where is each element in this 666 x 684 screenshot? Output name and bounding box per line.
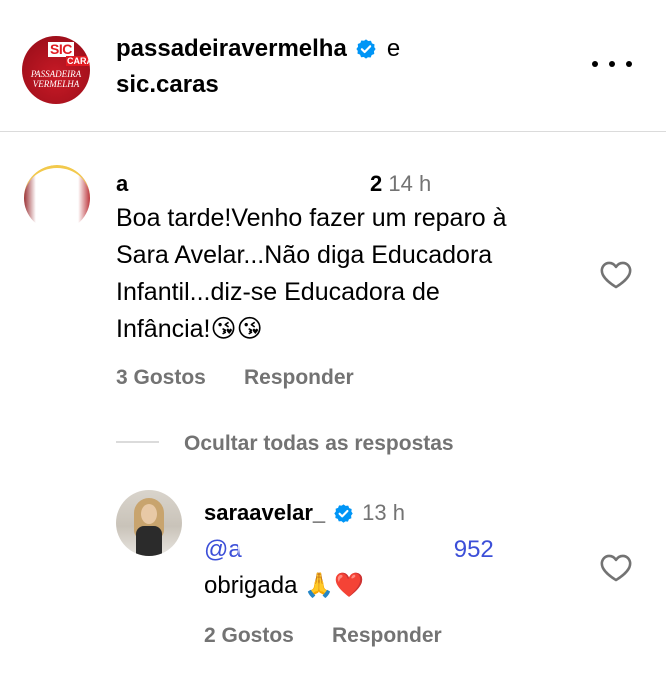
reply-text: obrigada 🙏❤️: [204, 570, 364, 602]
heart-icon[interactable]: [598, 551, 634, 585]
commenter-avatar[interactable]: [24, 165, 90, 231]
comment-time[interactable]: 14 h: [388, 171, 431, 196]
avatar-image: [141, 504, 157, 524]
account-avatar-logo[interactable]: SIC CARAS PASSADEIRA VERMELHA: [22, 36, 90, 104]
redacted-area: [238, 538, 448, 556]
comment-text: Boa tarde!Venho fazer um reparo à Sara A…: [116, 200, 586, 348]
comment-text-line: Boa tarde!Venho fazer um reparo à: [116, 204, 507, 232]
author-secondary-username[interactable]: sic.caras: [116, 70, 219, 100]
post-authors-line: passadeiravermelha e: [116, 34, 400, 64]
author-primary-username[interactable]: passadeiravermelha: [116, 34, 347, 64]
comment-inline-count: 2: [370, 171, 383, 196]
comment-text-end: Infância!: [116, 315, 211, 343]
reply-header: saraavelar_ 13 h: [204, 499, 405, 527]
comment-text-line: Infantil...diz-se Educadora de: [116, 278, 440, 306]
logo-brand-line2: VERMELHA: [32, 79, 80, 89]
mention-suffix: 952: [453, 536, 494, 563]
verified-badge-icon: [334, 503, 353, 523]
kiss-emoji: 😘😘: [210, 315, 263, 343]
verified-badge-icon: [356, 39, 376, 59]
logo-sic-text: SIC: [48, 41, 74, 57]
story-ring: [24, 165, 90, 231]
reply-likes-count[interactable]: 2 Gostos: [204, 622, 294, 650]
comment-reply-button[interactable]: Responder: [244, 364, 354, 392]
replies-divider-line: [116, 441, 159, 443]
reply-text-body: obrigada: [204, 572, 298, 599]
comment-text-line: Sara Avelar...Não diga Educadora: [116, 241, 493, 269]
comment-likes-count[interactable]: 3 Gostos: [116, 364, 206, 392]
reply-reply-button[interactable]: Responder: [332, 622, 442, 650]
logo-caras-text: CARAS: [66, 56, 90, 66]
pray-heart-emoji: 🙏❤️: [304, 572, 364, 599]
reply-author-avatar[interactable]: [116, 490, 182, 556]
more-dot-icon: [609, 61, 615, 67]
avatar-image: [136, 526, 162, 556]
comment-text-line: Infância!😘😘: [116, 311, 586, 348]
comment-meta: 2 14 h: [370, 170, 431, 198]
mention-prefix: @a: [204, 536, 242, 563]
hide-replies-button[interactable]: Ocultar todas as respostas: [184, 430, 454, 458]
more-dot-icon: [592, 61, 598, 67]
redacted-area: [140, 172, 366, 196]
reply-time[interactable]: 13 h: [362, 499, 405, 527]
heart-icon[interactable]: [598, 258, 634, 292]
author-conjunction: e: [386, 35, 401, 62]
more-options-button[interactable]: [592, 52, 632, 76]
reply-author-username[interactable]: saraavelar_: [204, 499, 325, 527]
more-dot-icon: [626, 61, 632, 67]
header-divider: [0, 131, 666, 132]
logo-brand-line1: PASSADEIRA: [30, 69, 82, 79]
commenter-username[interactable]: a: [116, 170, 128, 198]
